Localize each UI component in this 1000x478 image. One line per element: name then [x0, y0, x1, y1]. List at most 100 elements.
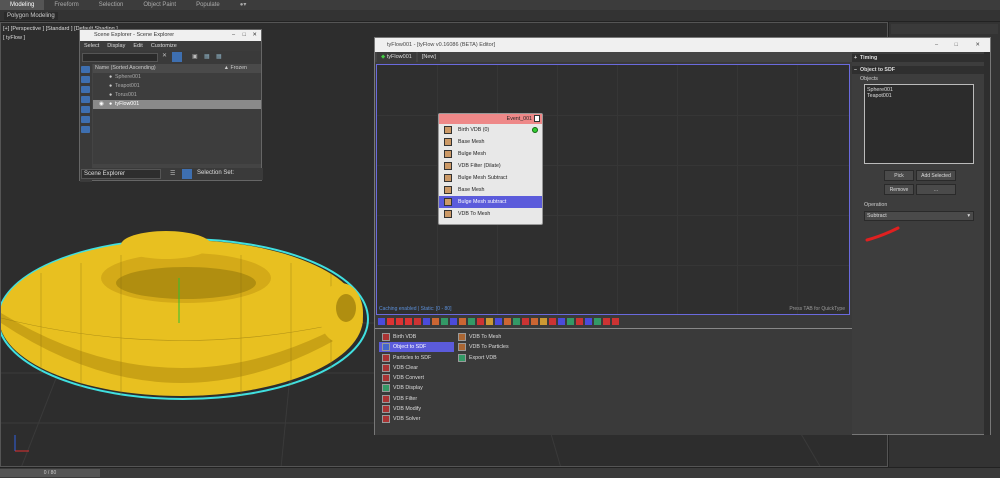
- depot-item[interactable]: VDB Filter: [379, 394, 454, 404]
- operator-birth-vdb[interactable]: Birth VDB (0): [439, 124, 542, 136]
- toolbar-icon[interactable]: [603, 318, 610, 325]
- toolbar-icon[interactable]: [531, 318, 538, 325]
- rollout-object-to-sdf[interactable]: – Object to SDF: [852, 66, 990, 74]
- tab-selection[interactable]: Selection: [89, 0, 134, 10]
- maximize-button[interactable]: □: [955, 38, 958, 52]
- event-toggle-icon[interactable]: [534, 115, 540, 122]
- search-input[interactable]: [82, 53, 158, 62]
- rollout-timing[interactable]: + Timing: [852, 54, 990, 62]
- toolbar-icon[interactable]: [396, 318, 403, 325]
- depot-item[interactable]: Birth VDB: [379, 332, 454, 342]
- explorer-dropdown[interactable]: Scene Explorer: [81, 169, 161, 179]
- depot-item[interactable]: VDB Modify: [379, 404, 454, 414]
- toolbar-icon[interactable]: [441, 318, 448, 325]
- tab-modeling[interactable]: Modeling: [0, 0, 45, 10]
- minimize-button[interactable]: –: [935, 38, 938, 52]
- depot-item[interactable]: Export VDB: [455, 353, 530, 363]
- operator-base-mesh[interactable]: Base Mesh: [439, 136, 542, 148]
- objects-list[interactable]: Sphere001 Teapot001: [864, 84, 974, 164]
- more-button[interactable]: ...: [916, 184, 956, 195]
- polygon-modeling-button[interactable]: Polygon Modeling: [4, 12, 58, 20]
- operator-bulge-mesh-subtract-selected[interactable]: Bulge Mesh subtract: [439, 196, 542, 208]
- toolbar-icon[interactable]: [504, 318, 511, 325]
- ribbon-options-icon[interactable]: ●▾: [230, 0, 257, 10]
- cameras-icon[interactable]: [81, 106, 90, 113]
- depot-item[interactable]: VDB Convert: [379, 373, 454, 383]
- lock-icon[interactable]: ▣: [192, 53, 198, 60]
- toolbar-icon[interactable]: [423, 318, 430, 325]
- toolbar-icon[interactable]: [576, 318, 583, 325]
- selection-set-icon[interactable]: [182, 169, 192, 179]
- params-scrollbar[interactable]: [984, 52, 990, 435]
- menu-customize[interactable]: Customize: [147, 41, 181, 51]
- depot-item[interactable]: VDB Solver: [379, 414, 454, 424]
- tab-new[interactable]: [New]: [417, 52, 440, 62]
- operator-bulge-mesh[interactable]: Bulge Mesh: [439, 148, 542, 160]
- list-item[interactable]: ● Torus001: [93, 91, 261, 100]
- remove-button[interactable]: Remove: [884, 184, 914, 195]
- toolbar-icon[interactable]: [522, 318, 529, 325]
- flow-canvas[interactable]: Event_001 Birth VDB (0) Base Mesh Bulge …: [376, 64, 850, 315]
- hierarchy-icon[interactable]: ▦: [204, 53, 210, 60]
- operator-base-mesh-2[interactable]: Base Mesh: [439, 184, 542, 196]
- toolbar-icon[interactable]: [414, 318, 421, 325]
- toolbar-icon[interactable]: [540, 318, 547, 325]
- maximize-button[interactable]: □: [243, 30, 246, 41]
- tab-object-paint[interactable]: Object Paint: [133, 0, 186, 10]
- toolbar-icon[interactable]: [450, 318, 457, 325]
- operator-bulge-mesh-subtract[interactable]: Bulge Mesh Subtract: [439, 172, 542, 184]
- list-item[interactable]: ● Sphere001: [93, 73, 261, 82]
- column-frozen[interactable]: ▲ Frozen: [224, 64, 247, 73]
- tab-tyflow001[interactable]: ◆ tyFlow001: [377, 52, 416, 62]
- close-button[interactable]: ✕: [975, 38, 980, 52]
- add-selected-button[interactable]: Add Selected: [916, 170, 956, 181]
- depot-item[interactable]: VDB Display: [379, 383, 454, 393]
- pick-button[interactable]: Pick: [884, 170, 914, 181]
- depot-item[interactable]: Particles to SDF: [379, 353, 454, 363]
- menu-select[interactable]: Select: [80, 41, 103, 51]
- toolbar-icon[interactable]: [558, 318, 565, 325]
- filter-icon[interactable]: [172, 52, 182, 62]
- tab-populate[interactable]: Populate: [186, 0, 230, 10]
- operator-vdb-to-mesh[interactable]: VDB To Mesh: [439, 208, 542, 220]
- helpers-icon[interactable]: [81, 116, 90, 123]
- toolbar-icon[interactable]: [513, 318, 520, 325]
- list-item[interactable]: Teapot001: [865, 93, 973, 99]
- time-slider[interactable]: 0 / 80: [0, 469, 100, 477]
- lights-icon[interactable]: [81, 96, 90, 103]
- toolbar-icon[interactable]: [477, 318, 484, 325]
- toolbar-icon[interactable]: [612, 318, 619, 325]
- toolbar-icon[interactable]: [585, 318, 592, 325]
- tab-freeform[interactable]: Freeform: [44, 0, 88, 10]
- display-all-icon[interactable]: [81, 66, 90, 73]
- column-name[interactable]: Name (Sorted Ascending): [95, 65, 156, 71]
- toolbar-icon[interactable]: [405, 318, 412, 325]
- shapes-icon[interactable]: [81, 86, 90, 93]
- layers-icon[interactable]: ☰: [170, 170, 175, 177]
- command-panel-toolbar[interactable]: [891, 24, 998, 34]
- depot-item[interactable]: VDB To Particles: [455, 342, 530, 352]
- depot-item[interactable]: VDB To Mesh: [455, 332, 530, 342]
- toolbar-icon[interactable]: [378, 318, 385, 325]
- toolbar-icon[interactable]: [486, 318, 493, 325]
- event-node[interactable]: Event_001 Birth VDB (0) Base Mesh Bulge …: [438, 113, 543, 225]
- event-header[interactable]: Event_001: [439, 114, 542, 124]
- list-item[interactable]: ● Teapot001: [93, 82, 261, 91]
- geometry-icon[interactable]: [81, 76, 90, 83]
- operation-dropdown[interactable]: Subtract ▾: [864, 211, 974, 221]
- operator-vdb-filter[interactable]: VDB Filter (Dilate): [439, 160, 542, 172]
- toolbar-icon[interactable]: [549, 318, 556, 325]
- toolbar-icon[interactable]: [567, 318, 574, 325]
- menu-edit[interactable]: Edit: [129, 41, 146, 51]
- minimize-button[interactable]: –: [232, 30, 235, 41]
- close-button[interactable]: ✕: [252, 30, 257, 41]
- toolbar-icon[interactable]: [495, 318, 502, 325]
- depot-item[interactable]: Object to SDF: [379, 342, 454, 352]
- toolbar-icon[interactable]: [459, 318, 466, 325]
- list-item[interactable]: ◉ ● tyFlow001: [93, 100, 261, 109]
- spacewarps-icon[interactable]: [81, 126, 90, 133]
- depot-item[interactable]: VDB Clear: [379, 363, 454, 373]
- menu-display[interactable]: Display: [103, 41, 129, 51]
- clear-icon[interactable]: ✕: [162, 52, 167, 59]
- output-connector-icon[interactable]: [532, 127, 538, 133]
